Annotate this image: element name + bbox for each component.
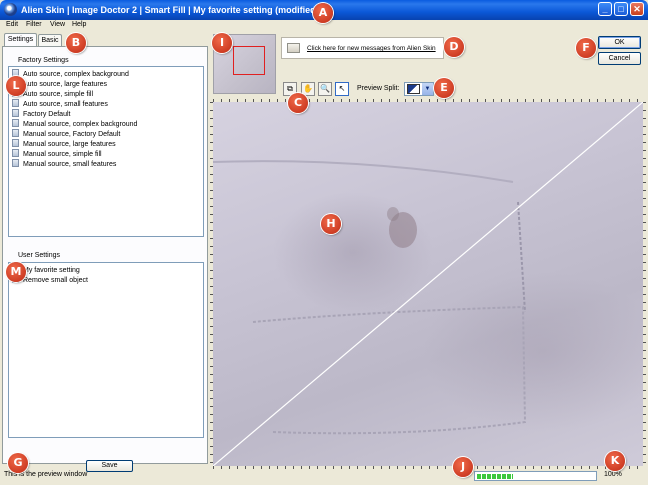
callout-k: K: [605, 451, 625, 471]
preset-file-icon: [12, 149, 19, 157]
list-item[interactable]: Manual source, small features: [12, 159, 116, 169]
diagonal-split-icon: [407, 84, 420, 94]
list-item[interactable]: Manual source, simple fill: [12, 149, 102, 159]
list-item[interactable]: Auto source, complex background: [12, 69, 129, 79]
user-settings-list[interactable]: My favorite setting Remove small object: [8, 262, 204, 438]
preview-split-dropdown[interactable]: ▼: [404, 82, 434, 96]
window-title: Alien Skin | Image Doctor 2 | Smart Fill…: [21, 5, 319, 15]
maximize-button[interactable]: □: [614, 2, 628, 16]
navigator-view-rectangle[interactable]: [233, 46, 265, 75]
callout-e: E: [434, 78, 454, 98]
preset-file-icon: [12, 159, 19, 167]
messages-link[interactable]: Click here for new messages from Alien S…: [307, 45, 436, 52]
preview-split-label: Preview Split:: [357, 85, 400, 92]
preview-split-line[interactable]: [213, 102, 643, 466]
list-item[interactable]: Manual source, large features: [12, 139, 116, 149]
app-logo-icon: [4, 3, 17, 16]
callout-c: C: [288, 93, 308, 113]
callout-b: B: [66, 33, 86, 53]
arrow-tool-button[interactable]: ↖: [335, 82, 349, 96]
callout-h: H: [321, 214, 341, 234]
list-item[interactable]: Factory Default: [12, 109, 70, 119]
minimize-button[interactable]: _: [598, 2, 612, 16]
factory-settings-label: Factory Settings: [17, 57, 70, 64]
preset-file-icon: [12, 139, 19, 147]
callout-g: G: [8, 453, 28, 473]
callout-d: D: [444, 37, 464, 57]
stain-spot-small: [387, 207, 399, 221]
preview-window[interactable]: [213, 102, 643, 466]
tab-settings[interactable]: Settings: [4, 33, 37, 47]
list-item[interactable]: Manual source, Factory Default: [12, 129, 120, 139]
preset-file-icon: [12, 129, 19, 137]
factory-settings-list[interactable]: Auto source, complex background Auto sou…: [8, 66, 204, 237]
list-item[interactable]: Auto source, large features: [12, 79, 107, 89]
envelope-icon: [287, 43, 300, 53]
user-settings-label: User Settings: [17, 252, 62, 259]
shirt-photo: [213, 102, 643, 466]
preset-file-icon: [12, 119, 19, 127]
ruler-bottom: [213, 466, 645, 469]
callout-l: L: [6, 76, 26, 96]
message-bar: Click here for new messages from Alien S…: [281, 37, 444, 59]
ruler-right: [643, 102, 646, 466]
callout-j: J: [453, 457, 473, 477]
progress-fill: [477, 474, 513, 479]
callout-f: F: [576, 38, 596, 58]
ok-button[interactable]: OK: [598, 36, 641, 49]
menu-view[interactable]: View: [50, 21, 65, 28]
cancel-button[interactable]: Cancel: [598, 52, 641, 65]
callout-a: A: [313, 3, 333, 23]
pocket-stitching: [252, 305, 527, 435]
list-item[interactable]: Manual source, complex background: [12, 119, 137, 129]
pocket-edge: [517, 201, 526, 313]
menu-edit[interactable]: Edit: [6, 21, 18, 28]
callout-m: M: [6, 262, 26, 282]
save-button[interactable]: Save: [86, 460, 133, 472]
settings-panel: Factory Settings Auto source, complex ba…: [2, 46, 208, 472]
zoom-level: 100%: [604, 471, 622, 478]
zoom-tool-button[interactable]: 🔍: [318, 82, 332, 96]
preset-file-icon: [12, 109, 19, 117]
close-button[interactable]: ✕: [630, 2, 644, 16]
shirt-seam: [213, 160, 514, 183]
chevron-down-icon[interactable]: ▼: [422, 83, 433, 95]
menu-help[interactable]: Help: [72, 21, 86, 28]
callout-i: I: [212, 33, 232, 53]
preset-file-icon: [12, 99, 19, 107]
progress-bar: [474, 471, 597, 481]
menu-filter[interactable]: Filter: [26, 21, 42, 28]
list-item[interactable]: Auto source, small features: [12, 99, 108, 109]
